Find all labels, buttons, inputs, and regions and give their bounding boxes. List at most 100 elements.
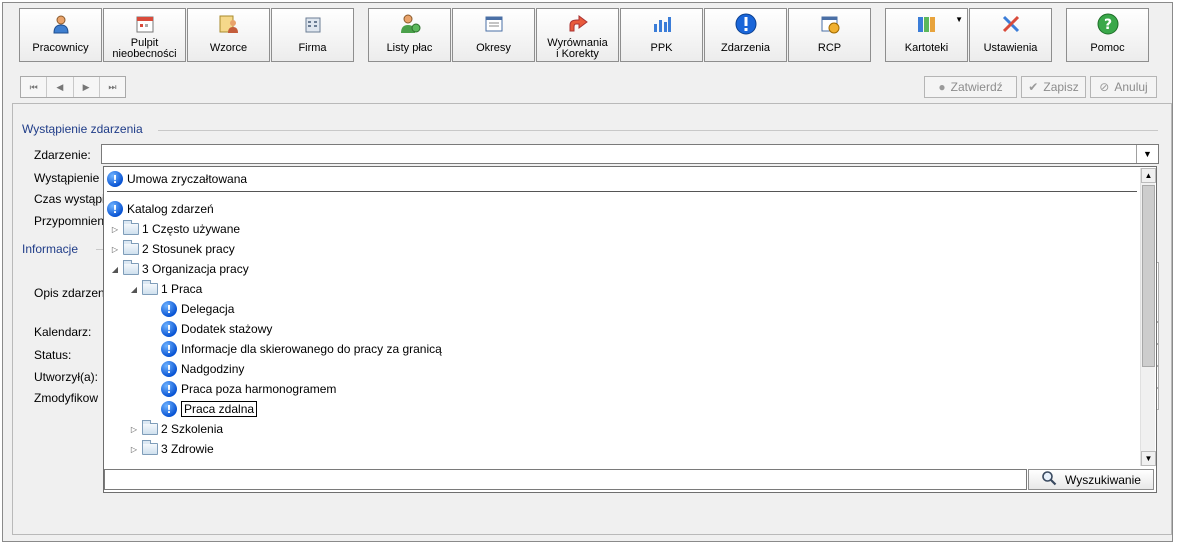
first-record-button[interactable]: ⏮ <box>21 77 48 97</box>
info-icon: ! <box>161 301 177 317</box>
cancel-button[interactable]: ⊘ Anuluj <box>1090 76 1157 98</box>
tree-folder-item[interactable]: ◢ 1 Praca <box>126 279 202 299</box>
periods-button[interactable]: Okresy <box>452 8 535 62</box>
folder-icon <box>123 240 139 255</box>
records-button[interactable]: ▼ Kartoteki <box>885 8 968 62</box>
collapse-arrow-icon[interactable]: ◢ <box>126 285 142 294</box>
person-icon <box>50 13 72 35</box>
tree-folder-item[interactable]: ▷ 2 Stosunek pracy <box>107 239 235 259</box>
folder-icon <box>123 220 139 235</box>
created-by-label: Utworzył(a): <box>34 370 99 384</box>
section-title-event-occurrence: Wystąpienie zdarzenia <box>22 122 143 136</box>
tree-event-item[interactable]: ! Katalog zdarzeń <box>107 199 214 219</box>
tree-event-item[interactable]: ! Dodatek stażowy <box>145 319 272 339</box>
search-button[interactable]: Wyszukiwanie <box>1028 469 1154 490</box>
reminder-label: Przypomnien <box>34 214 105 228</box>
section-divider <box>158 130 1158 131</box>
tree-event-item[interactable]: ! Delegacja <box>145 299 234 319</box>
previous-record-button[interactable]: ◀ <box>47 77 74 97</box>
status-label: Status: <box>34 348 72 362</box>
list-item[interactable]: ! Umowa zryczałtowana <box>107 169 247 189</box>
template-icon <box>218 13 240 35</box>
templates-button[interactable]: Wzorce <box>187 8 270 62</box>
folder-icon <box>142 440 158 455</box>
expand-arrow-icon[interactable]: ▷ <box>107 225 123 234</box>
dot-icon: ● <box>938 80 946 94</box>
arrow-redo-icon <box>567 13 589 35</box>
tree-item-label: 3 Zdrowie <box>161 442 214 456</box>
payroll-lists-button[interactable]: Listy płac <box>368 8 451 62</box>
folder-icon <box>142 420 158 435</box>
clock-calendar-icon <box>819 13 841 35</box>
help-icon: ? <box>1097 13 1119 35</box>
event-combobox[interactable] <box>101 144 1159 164</box>
tree-item-label: Nadgodziny <box>181 362 245 376</box>
tree-item-label: 1 Praca <box>161 282 203 296</box>
event-label: Zdarzenie: <box>34 148 91 162</box>
info-icon <box>735 13 757 35</box>
tree-folder-item[interactable]: ◢ 3 Organizacja pracy <box>107 259 249 279</box>
absence-dashboard-button[interactable]: Pulpit nieobecności <box>103 8 186 62</box>
tree-item-label: 2 Szkolenia <box>161 422 224 436</box>
tree-folder-item[interactable]: ▷ 1 Często używane <box>107 219 240 239</box>
calendar-label: Kalendarz: <box>34 325 92 339</box>
tree-folder-item[interactable]: ▷ 3 Zdrowie <box>126 439 214 459</box>
payroll-icon <box>399 13 421 35</box>
adjustments-button[interactable]: Wyrównania i Korekty <box>536 8 619 62</box>
chevron-down-icon[interactable]: ▼ <box>1136 145 1158 163</box>
cancel-circle-icon: ⊘ <box>1099 80 1110 94</box>
expand-arrow-icon[interactable]: ▷ <box>126 445 142 454</box>
expand-arrow-icon[interactable]: ▷ <box>126 425 142 434</box>
folder-icon <box>142 280 158 295</box>
tools-icon <box>1000 13 1022 35</box>
confirm-button[interactable]: ● Zatwierdź <box>924 76 1017 98</box>
occurrence-label: Wystąpienie <box>34 171 100 185</box>
tree-event-item[interactable]: ! Informacje dla skierowanego do pracy za… <box>145 339 442 359</box>
dropdown-scrollbar[interactable]: ▲ ▼ <box>1140 168 1156 466</box>
tree-item-label: 2 Stosunek pracy <box>142 242 235 256</box>
tree-item-label: Dodatek stażowy <box>181 322 273 336</box>
next-record-button[interactable]: ▶ <box>74 77 100 97</box>
search-icon <box>1041 470 1057 489</box>
info-icon: ! <box>161 321 177 337</box>
info-icon: ! <box>107 201 123 217</box>
scroll-thumb[interactable] <box>1142 185 1155 367</box>
period-icon <box>483 13 505 35</box>
scroll-down-icon[interactable]: ▼ <box>1141 451 1156 466</box>
employees-button[interactable]: Pracownicy <box>19 8 102 62</box>
tree-item-label: Praca poza harmonogramem <box>181 382 337 396</box>
save-button[interactable]: ✔ Zapisz <box>1021 76 1086 98</box>
scroll-up-icon[interactable]: ▲ <box>1141 168 1156 183</box>
time-label: Czas wystąpi <box>34 192 105 206</box>
tree-item-label: Informacje dla skierowanego do pracy za … <box>181 342 442 356</box>
tree-event-item[interactable]: ! Praca zdalna <box>145 399 258 419</box>
list-separator <box>107 191 1137 192</box>
events-button[interactable]: Zdarzenia <box>704 8 787 62</box>
info-icon: ! <box>161 341 177 357</box>
section-title-information: Informacje <box>22 242 79 256</box>
tree-item-label: 3 Organizacja pracy <box>142 262 249 276</box>
tree-item-label: Praca zdalna <box>181 401 258 417</box>
tree-item-label: Katalog zdarzeń <box>127 202 214 216</box>
expand-arrow-icon[interactable]: ▷ <box>107 245 123 254</box>
settings-button[interactable]: Ustawienia <box>969 8 1052 62</box>
info-icon: ! <box>161 381 177 397</box>
collapse-arrow-icon[interactable]: ◢ <box>107 265 123 274</box>
bar-chart-icon <box>651 13 673 35</box>
record-navigator: ⏮ ◀ ▶ ⏭ <box>20 76 126 98</box>
last-record-button[interactable]: ⏭ <box>100 77 125 97</box>
tree-event-item[interactable]: ! Nadgodziny <box>145 359 244 379</box>
binders-icon <box>916 13 938 35</box>
info-icon: ! <box>161 361 177 377</box>
info-icon: ! <box>161 401 177 417</box>
help-button[interactable]: ? Pomoc <box>1066 8 1149 62</box>
tree-folder-item[interactable]: ▷ 2 Szkolenia <box>126 419 223 439</box>
building-icon <box>302 13 324 35</box>
rcp-button[interactable]: RCP <box>788 8 871 62</box>
company-button[interactable]: Firma <box>271 8 354 62</box>
search-input[interactable] <box>104 469 1027 490</box>
tree-event-item[interactable]: ! Praca poza harmonogramem <box>145 379 336 399</box>
folder-icon <box>123 260 139 275</box>
ppk-button[interactable]: PPK <box>620 8 703 62</box>
description-label: Opis zdarzen <box>34 286 105 300</box>
